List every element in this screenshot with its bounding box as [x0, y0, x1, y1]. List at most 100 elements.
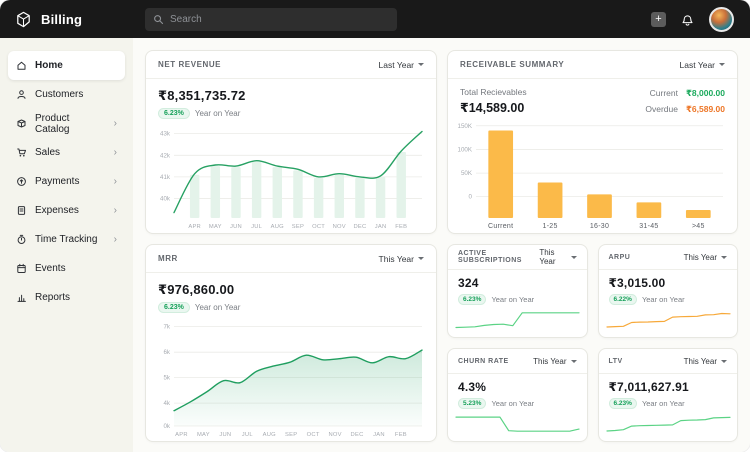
svg-text:5k: 5k [163, 375, 170, 382]
svg-text:42k: 42k [160, 152, 171, 159]
arpu-title: ARPU [609, 254, 631, 261]
svg-text:AUG: AUG [271, 224, 285, 230]
total-receivables: Total Recievables ₹14,589.00 [460, 87, 527, 115]
ltv-sparkline [601, 410, 736, 442]
svg-text:MAY: MAY [197, 432, 210, 438]
ltv-title: LTV [609, 358, 623, 365]
chevron-down-icon [418, 257, 424, 260]
ltv-value: ₹7,011,627.91 [609, 380, 728, 394]
card-mrr: MRR This Year ₹976,860.00 6.23% Year on … [145, 244, 437, 442]
svg-text:100K: 100K [458, 146, 473, 153]
svg-text:DEC: DEC [353, 224, 366, 230]
card-net-revenue: NET REVENUE Last Year ₹8,351,735.72 6.23… [145, 50, 437, 234]
time-tracking-icon [16, 234, 27, 245]
receivable-summary-title: RECEIVABLE SUMMARY [460, 60, 564, 69]
yoy-label: Year on Year [491, 295, 534, 304]
svg-text:OCT: OCT [312, 224, 325, 230]
ltv-period-dropdown[interactable]: This Year [684, 357, 727, 366]
mrr-chart: 7k6k5k4k0kAPRMAYJUNJULAUGSEPOCTNOVDECJAN… [148, 315, 432, 442]
svg-text:40k: 40k [160, 196, 171, 203]
svg-text:DEC: DEC [351, 432, 364, 438]
payments-icon [16, 176, 27, 187]
arpu-sparkline [601, 306, 736, 338]
yoy-badge: 6.23% [158, 302, 190, 313]
svg-text:APR: APR [188, 224, 201, 230]
sidebar-item-home[interactable]: Home [8, 51, 125, 80]
card-arpu: ARPU This Year ₹3,015.00 6.22% Year on Y… [598, 244, 739, 338]
mrr-title: MRR [158, 254, 178, 263]
svg-text:SEP: SEP [285, 432, 297, 438]
yoy-badge: 6.23% [158, 108, 190, 119]
svg-text:0: 0 [469, 194, 473, 201]
yoy-label: Year on Year [491, 399, 534, 408]
chevron-down-icon [721, 256, 727, 259]
svg-text:JUL: JUL [242, 432, 254, 438]
card-active-subscriptions: ACTIVE SUBSCRIPTIONS This Year 324 6.23%… [447, 244, 588, 338]
sidebar-item-reports[interactable]: Reports [8, 283, 125, 312]
svg-text:MAY: MAY [209, 224, 222, 230]
sidebar-item-sales[interactable]: Sales › [8, 138, 125, 167]
svg-text:JAN: JAN [375, 224, 387, 230]
svg-text:4k: 4k [163, 400, 170, 407]
svg-text:NOV: NOV [333, 224, 346, 230]
app-title: Billing [41, 12, 82, 27]
svg-text:JUL: JUL [251, 224, 263, 230]
receivable-period-dropdown[interactable]: Last Year [680, 60, 725, 70]
active-subscriptions-title: ACTIVE SUBSCRIPTIONS [458, 250, 539, 264]
sidebar-item-payments[interactable]: Payments › [8, 167, 125, 196]
svg-text:FEB: FEB [395, 224, 407, 230]
receivables-ageing-chart: 150K100K50K0Current1-2516-3031-45>45 [450, 117, 733, 234]
search-placeholder: Search [170, 14, 202, 25]
sidebar-item-events[interactable]: Events [8, 254, 125, 283]
sales-cart-icon [16, 147, 27, 158]
chevron-down-icon [418, 63, 424, 66]
mrr-value: ₹976,860.00 [158, 282, 424, 298]
arpu-period-dropdown[interactable]: This Year [684, 253, 727, 262]
svg-text:SEP: SEP [292, 224, 304, 230]
card-churn-rate: CHURN RATE This Year 4.3% 5.23% Year on … [447, 348, 588, 442]
net-revenue-value: ₹8,351,735.72 [158, 88, 424, 104]
current-value: ₹8,000.00 [686, 88, 725, 99]
notifications-bell-icon[interactable] [680, 12, 695, 27]
svg-text:50K: 50K [461, 170, 473, 177]
user-avatar[interactable] [709, 7, 734, 32]
churn-rate-period-dropdown[interactable]: This Year [533, 357, 576, 366]
sidebar: Home Customers Product Catalog › Sales ›… [0, 38, 133, 452]
sidebar-item-time-tracking[interactable]: Time Tracking › [8, 225, 125, 254]
active-subscriptions-value: 324 [458, 276, 577, 290]
search-icon [153, 14, 164, 25]
yoy-badge: 5.23% [458, 398, 486, 409]
total-receivables-value: ₹14,589.00 [460, 100, 527, 115]
sidebar-item-product-catalog[interactable]: Product Catalog › [8, 109, 125, 138]
yoy-label: Year on Year [195, 303, 241, 312]
search-input[interactable]: Search [145, 8, 397, 31]
churn-rate-title: CHURN RATE [458, 358, 509, 365]
svg-text:31-45: 31-45 [639, 223, 658, 230]
events-calendar-icon [16, 263, 27, 274]
svg-text:16-30: 16-30 [590, 223, 609, 230]
topbar-actions: + [651, 7, 734, 32]
svg-text:JAN: JAN [373, 432, 385, 438]
svg-text:1-25: 1-25 [543, 223, 558, 230]
svg-text:6k: 6k [163, 349, 170, 356]
svg-text:7k: 7k [163, 324, 170, 331]
billing-app-window: Billing Search + Home [0, 0, 750, 452]
home-icon [16, 60, 27, 71]
sidebar-item-customers[interactable]: Customers [8, 80, 125, 109]
card-receivable-summary: RECEIVABLE SUMMARY Last Year Total Recie… [447, 50, 738, 234]
card-ltv: LTV This Year ₹7,011,627.91 6.23% Year o… [598, 348, 739, 442]
mrr-period-dropdown[interactable]: This Year [379, 254, 424, 264]
quick-add-button[interactable]: + [651, 12, 666, 27]
svg-text:JUN: JUN [230, 224, 242, 230]
svg-text:41k: 41k [160, 174, 171, 181]
svg-text:>45: >45 [692, 223, 705, 230]
reports-icon [16, 292, 27, 303]
svg-text:Current: Current [488, 223, 513, 230]
net-revenue-period-dropdown[interactable]: Last Year [379, 60, 424, 70]
chevron-right-icon: › [114, 119, 117, 129]
churn-rate-value: 4.3% [458, 380, 577, 394]
brand: Billing [14, 10, 134, 29]
active-subscriptions-period-dropdown[interactable]: This Year [539, 248, 576, 266]
sidebar-item-expenses[interactable]: Expenses › [8, 196, 125, 225]
chevron-right-icon: › [114, 206, 117, 216]
